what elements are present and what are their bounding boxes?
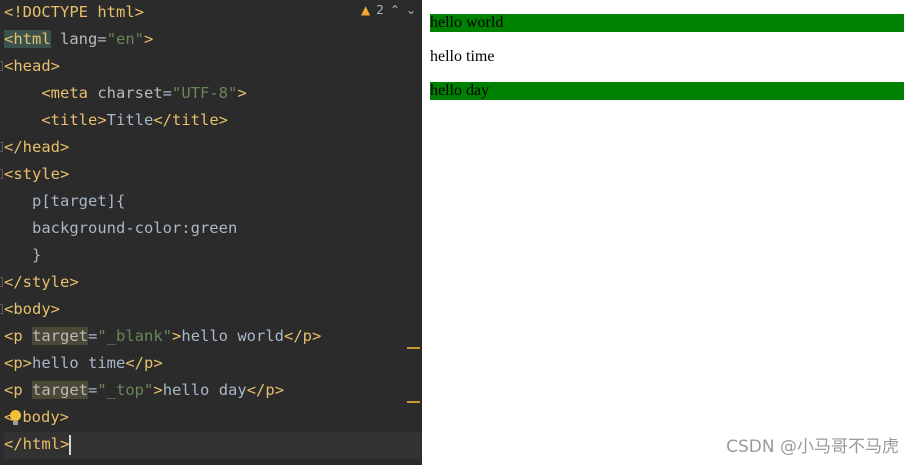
html-close-tag: </html> (4, 435, 70, 453)
code-line-15[interactable]: <p target="_top">hello day</p> (4, 378, 422, 405)
code-line-11[interactable]: </style> (0, 270, 422, 297)
preview-paragraph-plain: hello time (430, 48, 495, 65)
lightbulb-icon[interactable] (10, 410, 21, 425)
warning-marker[interactable] (407, 347, 420, 349)
p-text: hello world (181, 327, 285, 345)
p-close-tag: </p> (125, 354, 163, 372)
code-lines[interactable]: <!DOCTYPE html> <html lang="en"> <head> … (0, 0, 422, 459)
html-open-tag: <html (4, 30, 51, 48)
code-line-13[interactable]: <p target="_blank">hello world</p> (4, 324, 422, 351)
meta-tag: <meta (41, 84, 88, 102)
p-text: hello day (162, 381, 247, 399)
head-close-tag: </head> (4, 138, 70, 156)
tag-end: > (172, 327, 182, 345)
code-editor[interactable]: ▲ 2 ⌃ ⌄ <!DOCTYPE html> <html lang="en">… (0, 0, 422, 465)
doctype-text: <!DOCTYPE html> (4, 3, 144, 21)
target-attr: target (32, 327, 89, 345)
code-line-5[interactable]: <title>Title</title> (4, 108, 422, 135)
p-open-tag: <p (4, 381, 23, 399)
code-line-9[interactable]: background-color:green (4, 216, 422, 243)
watermark: CSDN @小马哥不马虎 (726, 437, 899, 457)
fold-marker[interactable] (0, 169, 3, 179)
fold-marker[interactable] (0, 142, 3, 152)
p-open-tag: <p (4, 327, 23, 345)
target-value: "_top" (97, 381, 154, 399)
code-line-2[interactable]: <html lang="en"> (4, 27, 422, 54)
lang-value: "en" (106, 30, 145, 48)
fold-marker[interactable] (0, 277, 3, 287)
code-line-8[interactable]: p[target]{ (4, 189, 422, 216)
equals-sign: = (97, 30, 107, 48)
equals-sign: = (88, 381, 98, 399)
title-close-tag: </title> (153, 111, 228, 129)
tag-end: > (153, 381, 163, 399)
charset-value: "UTF-8" (172, 84, 238, 102)
style-close-tag: </style> (4, 273, 79, 291)
css-selector: p[target]{ (4, 192, 126, 210)
code-line-3[interactable]: <head> (0, 54, 422, 81)
title-text: Title (106, 111, 154, 129)
code-line-10[interactable]: } (4, 243, 422, 270)
p-close-tag: </p> (246, 381, 285, 399)
code-line-1[interactable]: <!DOCTYPE html> (4, 0, 422, 27)
p-open-tag: <p> (4, 354, 32, 372)
code-line-17[interactable]: </html> (4, 432, 422, 459)
css-declaration: background-color:green (4, 219, 238, 237)
css-close-brace: } (4, 246, 42, 264)
fold-marker[interactable] (0, 304, 3, 314)
tag-end: > (144, 30, 154, 48)
lang-attr: lang (50, 30, 98, 48)
code-line-6[interactable]: </head> (0, 135, 422, 162)
head-open-tag: <head> (4, 57, 60, 75)
screenshot-root: ▲ 2 ⌃ ⌄ <!DOCTYPE html> <html lang="en">… (0, 0, 913, 465)
code-line-12[interactable]: <body> (0, 297, 422, 324)
equals-sign: = (88, 327, 98, 345)
preview-paragraph-target-top: hello day (430, 82, 904, 100)
browser-preview: hello world hello time hello day (422, 0, 913, 465)
code-line-4[interactable]: <meta charset="UTF-8"> (4, 81, 422, 108)
p-close-tag: </p> (284, 327, 322, 345)
text-caret (69, 434, 72, 455)
style-open-tag: <style> (4, 165, 70, 183)
target-attr: target (32, 381, 89, 399)
warning-marker[interactable] (407, 401, 420, 403)
p-text: hello time (32, 354, 126, 372)
code-line-7[interactable]: <style> (0, 162, 422, 189)
code-line-14[interactable]: <p>hello time</p> (4, 351, 422, 378)
equals-sign: = (162, 84, 172, 102)
preview-paragraph-target-blank: hello world (430, 14, 904, 32)
body-open-tag: <body> (4, 300, 60, 318)
body-close-tag-end: body> (22, 408, 70, 426)
code-line-16[interactable]: < body> (4, 405, 422, 432)
fold-marker[interactable] (0, 61, 3, 71)
title-open-tag: <title> (41, 111, 107, 129)
tag-end: > (237, 84, 247, 102)
target-value: "_blank" (97, 327, 173, 345)
charset-attr: charset (88, 84, 163, 102)
